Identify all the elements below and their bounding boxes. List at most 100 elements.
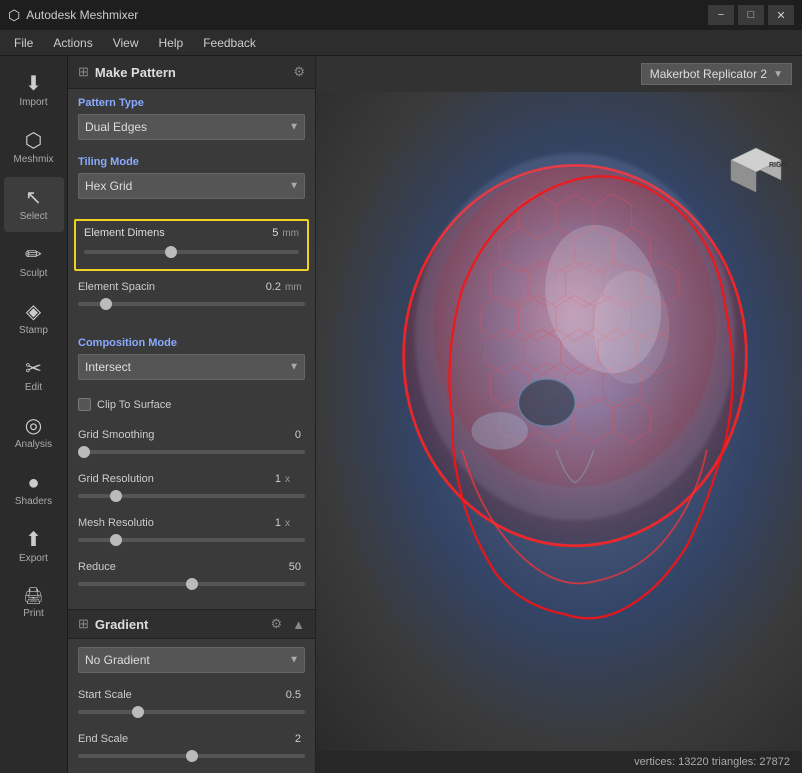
- reduce-slider-container[interactable]: [78, 575, 305, 589]
- element-spacing-unit: mm: [285, 282, 305, 293]
- tiling-mode-dropdown[interactable]: Hex Grid ▼: [78, 173, 305, 199]
- mesh-resolution-slider-container[interactable]: [78, 531, 305, 545]
- reduce-row: Reduce 50: [78, 561, 305, 573]
- element-spacing-slider[interactable]: [78, 302, 305, 306]
- menu-help[interactable]: Help: [149, 34, 194, 52]
- grid-resolution-row: Grid Resolution 1 x: [78, 473, 305, 485]
- skull-canvas: RIGHT: [316, 92, 802, 751]
- tool-shaders[interactable]: ● Shaders: [4, 462, 64, 517]
- grid-smoothing-slider-container[interactable]: [78, 443, 305, 457]
- toolbar: ⬇ Import ⬡ Meshmix ↖ Select ✏ Sculpt ◈ S…: [0, 56, 68, 773]
- element-dimens-label: Element Dimens: [84, 227, 272, 239]
- tiling-mode-select[interactable]: Hex Grid: [78, 173, 305, 199]
- printer-selector[interactable]: Makerbot Replicator 2 ▼: [641, 63, 792, 85]
- tool-import[interactable]: ⬇ Import: [4, 63, 64, 118]
- element-dimens-row: Element Dimens 5 mm: [84, 227, 299, 239]
- element-spacing-label: Element Spacin: [78, 281, 253, 293]
- edit-icon: ✂: [25, 359, 42, 379]
- sculpt-icon: ✏: [25, 245, 42, 265]
- mesh-resolution-slider[interactable]: [78, 538, 305, 542]
- import-icon: ⬇: [25, 74, 42, 94]
- orientation-cube[interactable]: RIGHT: [726, 138, 786, 198]
- maximize-button[interactable]: □: [738, 5, 764, 25]
- tool-edit[interactable]: ✂ Edit: [4, 348, 64, 403]
- reduce-slider[interactable]: [78, 582, 305, 586]
- tool-stamp[interactable]: ◈ Stamp: [4, 291, 64, 346]
- svg-text:RIGHT: RIGHT: [769, 162, 786, 169]
- import-label: Import: [19, 97, 47, 108]
- grid-resolution-slider-container[interactable]: [78, 487, 305, 501]
- analysis-label: Analysis: [15, 439, 52, 450]
- end-scale-slider-container[interactable]: [78, 747, 305, 761]
- minimize-button[interactable]: −: [708, 5, 734, 25]
- clip-to-surface-label: Clip To Surface: [97, 399, 171, 411]
- tool-meshmix[interactable]: ⬡ Meshmix: [4, 120, 64, 175]
- printer-name: Makerbot Replicator 2: [650, 67, 767, 81]
- grid-smoothing-slider[interactable]: [78, 450, 305, 454]
- gradient-grid-icon: ⊞: [78, 616, 89, 632]
- panel-title: Make Pattern: [95, 65, 287, 80]
- menu-file[interactable]: File: [4, 34, 43, 52]
- app-title: Autodesk Meshmixer: [26, 8, 708, 22]
- gradient-collapse-icon[interactable]: ▲: [292, 617, 305, 632]
- clip-to-surface-checkbox[interactable]: [78, 398, 91, 411]
- tool-export[interactable]: ⬆ Export: [4, 519, 64, 574]
- pattern-type-select[interactable]: Dual Edges: [78, 114, 305, 140]
- print-label: Print: [23, 608, 44, 619]
- shaders-icon: ●: [27, 473, 39, 493]
- viewport[interactable]: Makerbot Replicator 2 ▼ RIGHT: [316, 56, 802, 773]
- tool-analysis[interactable]: ◎ Analysis: [4, 405, 64, 460]
- mesh-resolution-row: Mesh Resolutio 1 x: [78, 517, 305, 529]
- export-label: Export: [19, 553, 48, 564]
- gradient-type-dropdown[interactable]: No Gradient ▼: [78, 647, 305, 673]
- tiling-mode-section: Tiling Mode Hex Grid ▼: [68, 156, 315, 215]
- pattern-type-label: Pattern Type: [78, 97, 305, 109]
- close-button[interactable]: ✕: [768, 5, 794, 25]
- settings-icon[interactable]: ⚙: [293, 64, 305, 80]
- composition-mode-dropdown[interactable]: Intersect ▼: [78, 354, 305, 380]
- tool-sculpt[interactable]: ✏ Sculpt: [4, 234, 64, 289]
- grid-smoothing-row: Grid Smoothing 0: [78, 429, 305, 441]
- element-dimens-unit: mm: [282, 228, 299, 239]
- gradient-settings-icon[interactable]: ⚙: [270, 616, 282, 632]
- meshmix-icon: ⬡: [25, 131, 42, 151]
- element-spacing-slider-container[interactable]: [78, 295, 305, 309]
- end-scale-label: End Scale: [78, 733, 273, 745]
- tiling-mode-label: Tiling Mode: [78, 156, 305, 168]
- element-dimens-slider-container[interactable]: [84, 243, 299, 257]
- grid-smoothing-value: 0: [273, 429, 301, 441]
- start-scale-slider-container[interactable]: [78, 703, 305, 717]
- menu-actions[interactable]: Actions: [43, 34, 102, 52]
- grid-resolution-unit: x: [285, 474, 305, 485]
- panel-header: ⊞ Make Pattern ⚙: [68, 56, 315, 89]
- menu-feedback[interactable]: Feedback: [193, 34, 266, 52]
- tool-select[interactable]: ↖ Select: [4, 177, 64, 232]
- side-panel: ⊞ Make Pattern ⚙ Pattern Type Dual Edges…: [68, 56, 316, 773]
- element-spacing-value: 0.2: [253, 281, 281, 293]
- shaders-label: Shaders: [15, 496, 52, 507]
- pattern-type-dropdown[interactable]: Dual Edges ▼: [78, 114, 305, 140]
- mesh-resolution-value: 1: [253, 517, 281, 529]
- composition-mode-select[interactable]: Intersect: [78, 354, 305, 380]
- start-scale-slider[interactable]: [78, 710, 305, 714]
- menu-view[interactable]: View: [103, 34, 149, 52]
- tool-print[interactable]: 🖨 Print: [4, 576, 64, 631]
- menubar: File Actions View Help Feedback: [0, 30, 802, 56]
- titlebar: ⬡ Autodesk Meshmixer − □ ✕: [0, 0, 802, 30]
- panel-header-grid-icon: ⊞: [78, 64, 89, 80]
- reduce-section: Reduce 50: [68, 557, 315, 601]
- gradient-title: Gradient: [95, 617, 265, 632]
- mesh-resolution-unit: x: [285, 518, 305, 529]
- end-scale-slider[interactable]: [78, 754, 305, 758]
- element-spacing-row: Element Spacin 0.2 mm: [78, 281, 305, 293]
- reduce-label: Reduce: [78, 561, 273, 573]
- composition-mode-section: Composition Mode Intersect ▼: [68, 329, 315, 396]
- grid-resolution-slider[interactable]: [78, 494, 305, 498]
- select-icon: ↖: [25, 188, 42, 208]
- clip-to-surface-row[interactable]: Clip To Surface: [78, 396, 305, 413]
- gradient-type-select[interactable]: No Gradient: [78, 647, 305, 673]
- main-layout: ⬇ Import ⬡ Meshmix ↖ Select ✏ Sculpt ◈ S…: [0, 56, 802, 773]
- element-dimens-slider[interactable]: [84, 250, 299, 254]
- analysis-icon: ◎: [25, 416, 42, 436]
- select-label: Select: [20, 211, 48, 222]
